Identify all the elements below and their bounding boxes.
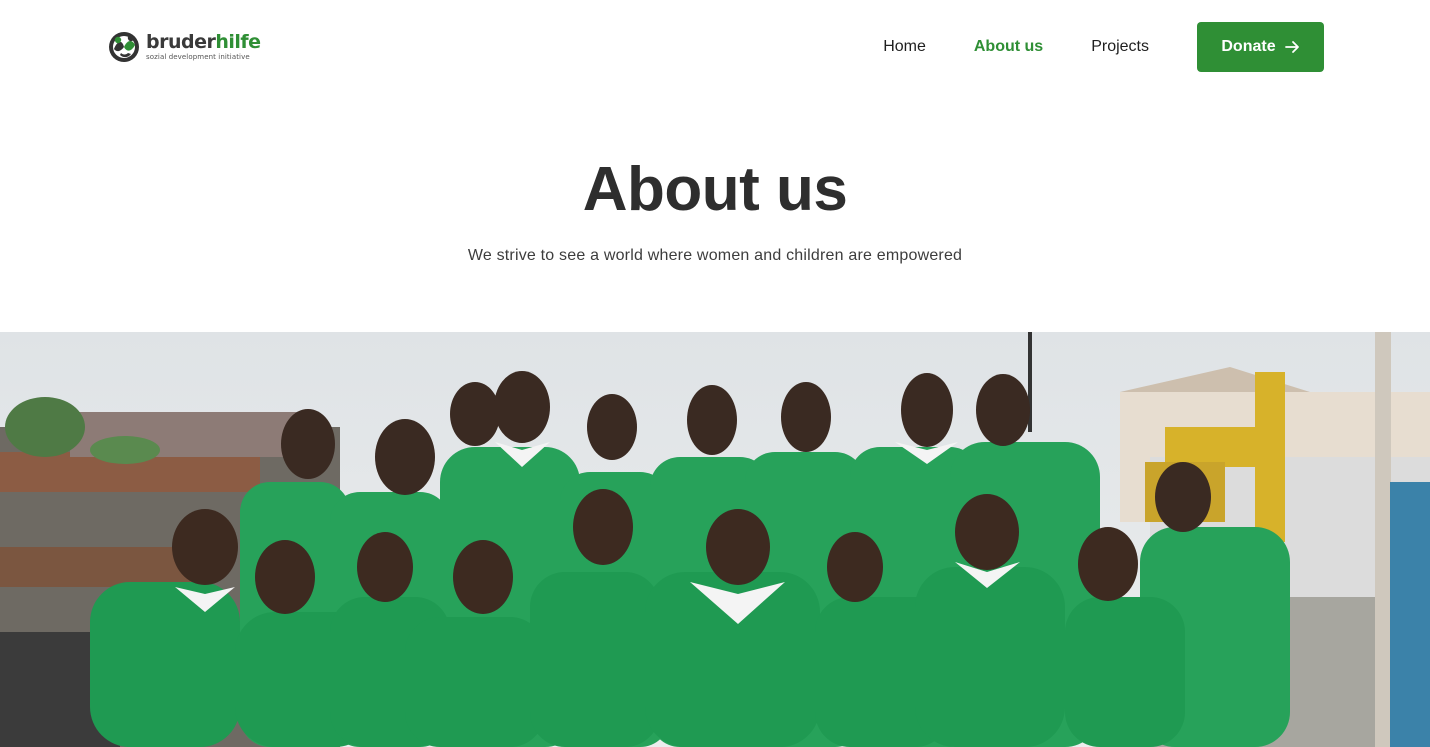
site-header: bruderhilfe sozial development initiativ… [0,0,1430,94]
donate-label: Donate [1221,38,1276,55]
arrow-right-icon [1284,41,1299,53]
donate-button[interactable]: Donate [1197,22,1324,72]
hero-section: About us We strive to see a world where … [0,150,1430,265]
nav-about-link[interactable]: About us [974,38,1043,56]
brand-name: bruderhilfe [146,31,261,53]
brand-logo[interactable]: bruderhilfe sozial development initiativ… [108,30,261,64]
globe-people-icon [109,32,139,62]
page-subtitle: We strive to see a world where women and… [467,247,963,264]
brand-tagline: sozial development initiative [146,53,250,61]
nav-projects-link[interactable]: Projects [1091,38,1149,56]
page-title: About us [582,155,848,224]
main-nav: Home About us Projects Donate [883,22,1324,72]
team-photo [0,332,1430,747]
team-photo-illustration [0,332,1430,747]
nav-home-link[interactable]: Home [883,38,926,56]
